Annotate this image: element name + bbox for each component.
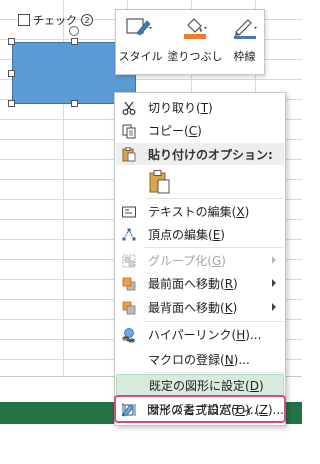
menu-separator	[145, 321, 283, 322]
copy-label: コピー(	[148, 124, 189, 138]
bring-front-icon	[116, 272, 142, 295]
edit-text-accelerator: X	[236, 205, 245, 219]
menu-separator	[145, 372, 283, 373]
group-label: グループ化(	[148, 254, 212, 268]
edit-points-label: 頂点の編集(	[148, 228, 213, 242]
fill-label: 塗りつぶし	[167, 50, 223, 63]
checkbox-square[interactable]	[18, 14, 30, 26]
group-icon	[116, 249, 142, 272]
menu-item-assign-macro[interactable]: マクロの登録(N)...	[116, 348, 284, 371]
checkbox-control[interactable]: チェック 2	[18, 12, 93, 28]
style-button[interactable]: スタイル	[118, 15, 162, 64]
resize-handle-nw[interactable]	[8, 38, 15, 45]
menu-item-group[interactable]: グループ化(G)	[116, 249, 284, 272]
outline-pen-icon	[228, 15, 262, 41]
hyperlink-tail: )...	[245, 328, 262, 342]
rotate-handle[interactable]	[69, 26, 79, 36]
format-shape-accelerator: O	[235, 403, 246, 417]
menu-item-set-default-shape[interactable]: 既定の図形に設定(D)	[116, 374, 284, 397]
paste-options-label: 貼り付けのオプション:	[148, 147, 273, 162]
submenu-arrow-icon	[272, 279, 276, 287]
menu-item-edit-points[interactable]: 頂点の編集(E)	[116, 223, 284, 246]
send-back-accelerator: K	[224, 301, 233, 315]
edit-text-label: テキストの編集(	[148, 205, 237, 219]
bring-front-close: )	[233, 277, 238, 291]
format-shape-label: 図形の書式設定(	[147, 403, 236, 417]
fill-button[interactable]: 塗りつぶし	[167, 15, 223, 64]
menu-item-format-shape[interactable]: 図形の書式設定(O)...	[115, 398, 283, 421]
style-label: スタイル	[118, 50, 163, 63]
fill-bucket-icon	[178, 15, 212, 41]
send-back-close: )	[232, 301, 238, 315]
assign-macro-accelerator: N	[224, 353, 234, 367]
format-shape-tail: )...	[245, 403, 262, 417]
resize-handle-w[interactable]	[8, 70, 15, 77]
cut-label: 切り取り(	[148, 101, 201, 115]
copy-icon	[116, 119, 142, 142]
set-default-label: 既定の図形に設定(	[149, 379, 250, 393]
assign-macro-tail: )...	[233, 353, 250, 367]
resize-handle-s[interactable]	[71, 100, 78, 107]
menu-item-bring-to-front[interactable]: 最前面へ移動(R)	[116, 272, 284, 295]
paste-option-button[interactable]	[145, 167, 175, 197]
cut-accelerator: T	[200, 101, 209, 115]
edit-points-close: )	[220, 228, 225, 242]
submenu-arrow-icon	[272, 303, 276, 311]
resize-handle-sw[interactable]	[8, 100, 15, 107]
bring-front-label: 最前面へ移動(	[148, 277, 225, 291]
menu-item-copy[interactable]: コピー(C)	[116, 119, 284, 142]
paste-options-header: 貼り付けのオプション:	[116, 143, 284, 165]
context-menu: 切り取り(T) コピー(C) 貼り付けのオプション: テキストの編集(X) 頂点…	[114, 92, 286, 426]
group-accelerator: G	[211, 254, 222, 268]
send-back-icon	[116, 296, 142, 319]
paste-icon	[116, 143, 142, 165]
edit-text-icon	[116, 200, 142, 223]
checkbox-label: チェック	[33, 14, 77, 27]
cut-close: )	[208, 101, 213, 115]
assign-macro-label: マクロの登録(	[148, 353, 225, 367]
menu-separator	[145, 247, 283, 248]
menu-item-send-to-back[interactable]: 最背面へ移動(K)	[116, 296, 284, 319]
menu-item-edit-text[interactable]: テキストの編集(X)	[116, 200, 284, 223]
copy-accelerator: C	[188, 124, 198, 138]
format-shape-icon	[115, 398, 141, 421]
hyperlink-label: ハイパーリンク(	[148, 328, 237, 342]
edit-points-icon	[116, 223, 142, 246]
menu-item-cut[interactable]: 切り取り(T)	[116, 96, 284, 119]
menu-separator	[145, 198, 283, 199]
bring-front-accelerator: R	[224, 277, 234, 291]
send-back-label: 最背面へ移動(	[148, 301, 225, 315]
copy-close: )	[197, 124, 202, 138]
outline-button[interactable]: 枠線	[228, 15, 262, 64]
set-default-accelerator: D	[249, 379, 259, 393]
mini-toolbar: スタイル 塗りつぶし 枠線	[115, 9, 265, 75]
style-icon	[123, 15, 157, 41]
scissors-icon	[116, 96, 142, 119]
group-close: )	[221, 254, 226, 268]
bottom-area	[0, 424, 302, 464]
outline-label: 枠線	[233, 50, 256, 63]
circled-number: 2	[81, 14, 93, 26]
edit-text-close: )	[244, 205, 250, 219]
resize-handle-n[interactable]	[71, 38, 78, 45]
set-default-close: )	[258, 379, 264, 393]
submenu-arrow-icon	[272, 256, 276, 264]
hyperlink-accelerator: H	[236, 328, 246, 342]
hyperlink-icon	[116, 323, 142, 346]
menu-item-hyperlink[interactable]: ハイパーリンク(H)...	[116, 323, 284, 346]
